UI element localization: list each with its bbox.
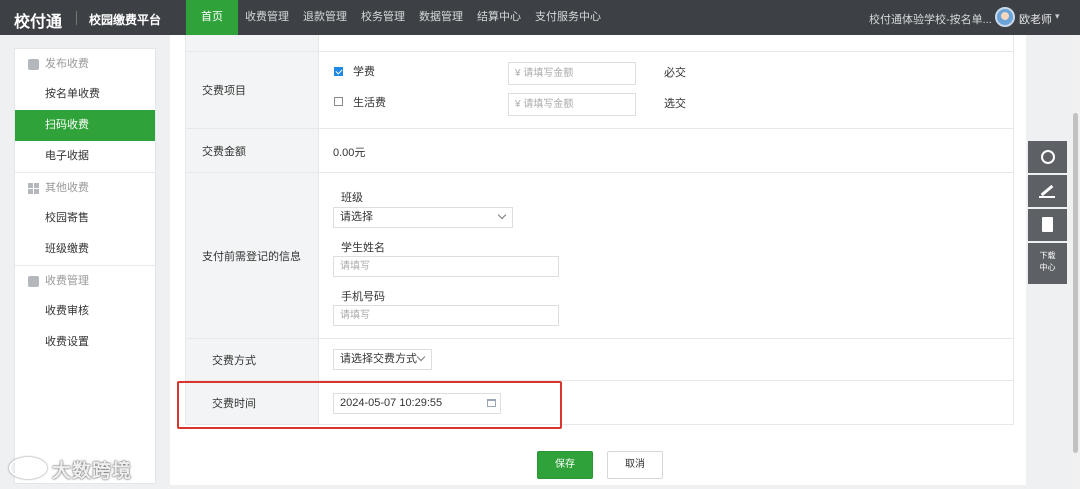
sidebar-group-title: 发布收费 (45, 58, 89, 70)
save-button[interactable]: 保存 (537, 451, 593, 479)
school-switcher[interactable]: 校付通体验学校-按名单... (869, 11, 992, 27)
feedback-button[interactable] (1028, 175, 1067, 209)
highlight-box (177, 381, 562, 429)
chevron-down-icon (416, 352, 426, 362)
watermark-text: 大数跨境 (52, 461, 133, 482)
logo-divider (76, 11, 77, 25)
nav-settlement-center[interactable]: 结算中心 (470, 0, 528, 35)
nav-school-affairs[interactable]: 校务管理 (354, 0, 412, 35)
app-title: 校园缴费平台 (89, 13, 162, 27)
phone-input[interactable]: 请填写 (333, 305, 559, 326)
sidebar-item-class-payment[interactable]: 班级缴费 (15, 234, 155, 265)
download-box-icon (28, 276, 39, 287)
student-name-label: 学生姓名 (341, 242, 385, 254)
form-row-amount: 交费金额 0.00元 (186, 128, 1013, 172)
headset-icon (1041, 150, 1055, 164)
tuition-amount-input[interactable]: ¥ 请填写金额 (508, 62, 636, 85)
avatar[interactable] (995, 7, 1015, 27)
cancel-button[interactable]: 取消 (607, 451, 663, 479)
class-select-value: 请选择 (340, 211, 373, 223)
living-expense-label: 生活费 (353, 97, 386, 109)
sidebar-group-title: 其他收费 (45, 182, 89, 194)
amount-value: 0.00元 (333, 147, 366, 159)
items-label: 交费项目 (186, 52, 319, 128)
sidebar-group-other: 其他收费 (15, 173, 155, 203)
sidebar-item-e-receipt[interactable]: 电子收据 (15, 141, 155, 172)
info-label: 支付前需登记的信息 (186, 173, 319, 338)
phone-label: 手机号码 (341, 291, 385, 303)
nav-data-management[interactable]: 数据管理 (412, 0, 470, 35)
manual-button[interactable] (1028, 209, 1067, 243)
watermark-logo (9, 457, 47, 479)
edit-icon (28, 59, 39, 70)
sidebar-item-fee-settings[interactable]: 收费设置 (15, 327, 155, 358)
support-button[interactable] (1028, 141, 1067, 175)
top-bar: 校付通 校园缴费平台 首页 收费管理 退款管理 校务管理 数据管理 结算中心 支… (0, 0, 1080, 35)
download-center-button[interactable]: 下载中心 (1028, 243, 1067, 286)
student-name-input[interactable]: 请填写 (333, 256, 559, 277)
form-row-info: 支付前需登记的信息 班级 请选择 学生姓名 请填写 手机号码 请填写 (186, 172, 1013, 338)
tuition-label: 学费 (353, 66, 375, 78)
tuition-rule: 必交 (664, 67, 686, 79)
brand-logo[interactable]: 校付通 (14, 8, 62, 32)
book-icon (1042, 217, 1053, 232)
main-nav: 首页 收费管理 退款管理 校务管理 数据管理 结算中心 支付服务中心 (186, 0, 608, 35)
grid-icon (28, 183, 39, 194)
living-expense-amount-input[interactable]: ¥ 请填写金额 (508, 93, 636, 116)
amount-label: 交费金额 (186, 129, 319, 172)
chevron-down-icon (497, 210, 507, 220)
form-row-clipped (186, 35, 1013, 51)
charge-form: 交费项目 学费 ¥ 请填写金额 必交 生活费 ¥ 请填写金额 选交 交费金额 0… (185, 35, 1014, 425)
class-select[interactable]: 请选择 (333, 207, 513, 228)
payment-method-select[interactable]: 请选择交费方式 (333, 349, 432, 370)
sidebar-item-list-charge[interactable]: 按名单收费 (15, 79, 155, 110)
sidebar: 发布收费 按名单收费 扫码收费 电子收据 其他收费 校园寄售 班级缴费 收费管理… (14, 48, 156, 484)
form-row-items: 交费项目 学费 ¥ 请填写金额 必交 生活费 ¥ 请填写金额 选交 (186, 51, 1013, 128)
method-label: 交费方式 (186, 339, 319, 380)
nav-refund-management[interactable]: 退款管理 (296, 0, 354, 35)
chevron-down-icon[interactable]: ▾ (1055, 11, 1060, 22)
scrollbar-thumb[interactable] (1073, 113, 1078, 453)
tuition-checkbox[interactable] (334, 67, 343, 76)
living-expense-checkbox[interactable] (334, 97, 343, 106)
sidebar-item-campus-consignment[interactable]: 校园寄售 (15, 203, 155, 234)
floating-toolbar: 下载中心 (1028, 141, 1067, 286)
user-name[interactable]: 欧老师 (1019, 11, 1052, 27)
nav-payment-service-center[interactable]: 支付服务中心 (528, 0, 608, 35)
sidebar-item-scan-charge[interactable]: 扫码收费 (15, 110, 155, 141)
sidebar-item-fee-review[interactable]: 收费审核 (15, 296, 155, 327)
nav-fee-management[interactable]: 收费管理 (238, 0, 296, 35)
sidebar-group-publish: 发布收费 (15, 49, 155, 79)
class-label: 班级 (341, 192, 363, 204)
pen-icon (1040, 184, 1054, 197)
payment-method-value: 请选择交费方式 (340, 353, 417, 365)
living-expense-rule: 选交 (664, 98, 686, 110)
sidebar-group-management: 收费管理 (15, 266, 155, 296)
sidebar-group-title: 收费管理 (45, 275, 89, 287)
download-center-label: 下载中心 (1039, 251, 1056, 272)
form-row-method: 交费方式 请选择交费方式 (186, 338, 1013, 380)
nav-home[interactable]: 首页 (186, 0, 238, 35)
